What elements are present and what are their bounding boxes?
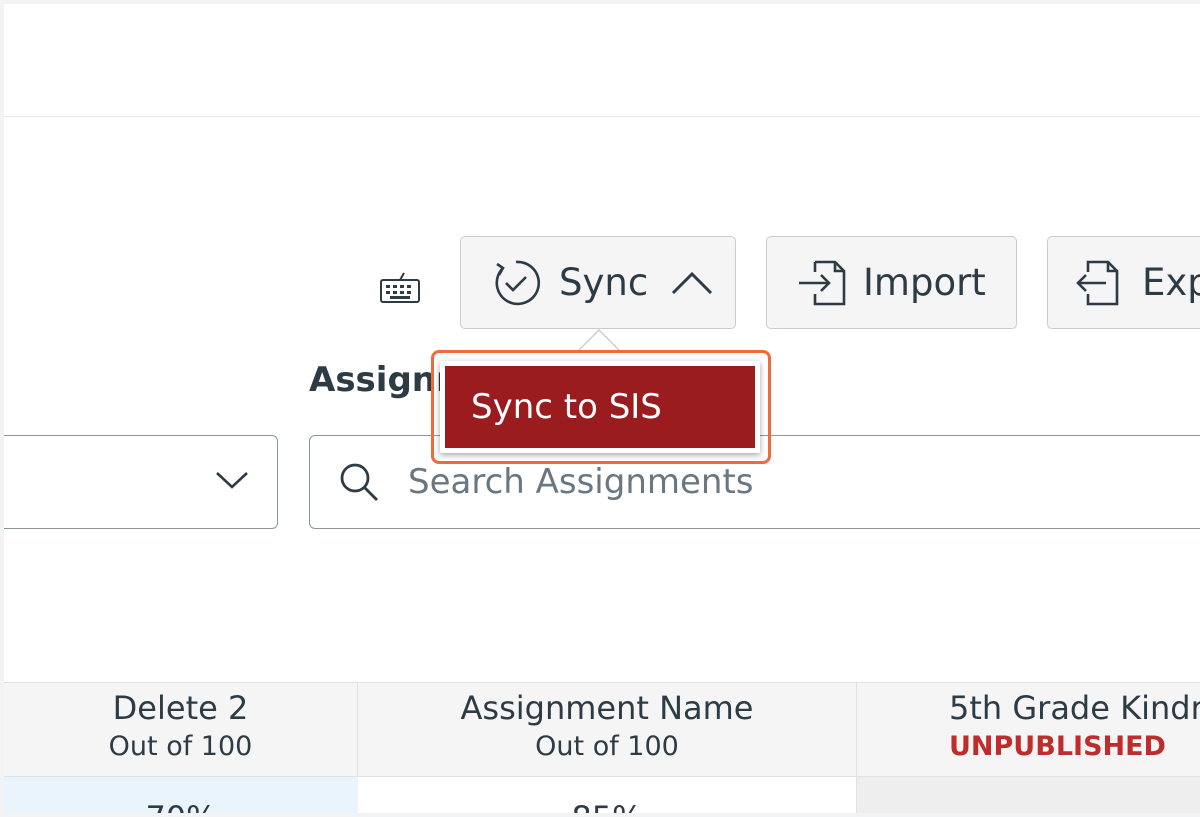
grade-cell[interactable]: 85% [358,777,857,813]
chevron-down-icon [216,472,248,489]
header-divider [4,116,1200,117]
gradebook-header-row: Delete 2 Out of 100 Assignment Name Out … [4,682,1200,777]
unpublished-badge: UNPUBLISHED [949,731,1166,762]
sync-dropdown-menu: Sync to SIS [440,361,760,453]
grade-cell[interactable] [857,777,1200,813]
column-title: 5th Grade Kindr [949,689,1200,727]
sync-icon [495,260,541,305]
menu-item-sync-to-sis[interactable]: Sync to SIS [445,366,755,448]
grade-value: 70% [4,799,358,813]
column-header-5th-grade[interactable]: 5th Grade Kindr UNPUBLISHED [857,683,1200,776]
import-icon [799,260,846,305]
column-title: Assignment Name [460,689,754,727]
keyboard-shortcuts-icon[interactable] [378,270,422,306]
chevron-up-icon [672,271,713,294]
column-points: Out of 100 [535,731,679,762]
column-header-delete-2[interactable]: Delete 2 Out of 100 [4,683,358,776]
column-header-assignment-name[interactable]: Assignment Name Out of 100 [358,683,857,776]
grade-cell[interactable]: 70% [4,777,358,813]
sync-button[interactable]: Sync [460,236,736,329]
filter-select[interactable] [4,435,278,529]
export-button[interactable]: Exp [1047,236,1200,329]
gradebook-page: Sync Import Exp Assignm Search Assignmen… [4,4,1200,813]
search-input[interactable] [408,462,1108,502]
search-icon [340,463,378,501]
grade-value: 85% [358,799,856,813]
export-button-label: Exp [1142,261,1200,304]
table-row: 70% 85% [4,777,1200,813]
import-button-label: Import [863,261,986,304]
menu-caret-fill [579,331,619,351]
column-title: Delete 2 [112,689,249,727]
export-icon [1076,260,1119,305]
column-points: Out of 100 [108,731,253,762]
sync-button-label: Sync [559,261,649,304]
import-button[interactable]: Import [766,236,1017,329]
